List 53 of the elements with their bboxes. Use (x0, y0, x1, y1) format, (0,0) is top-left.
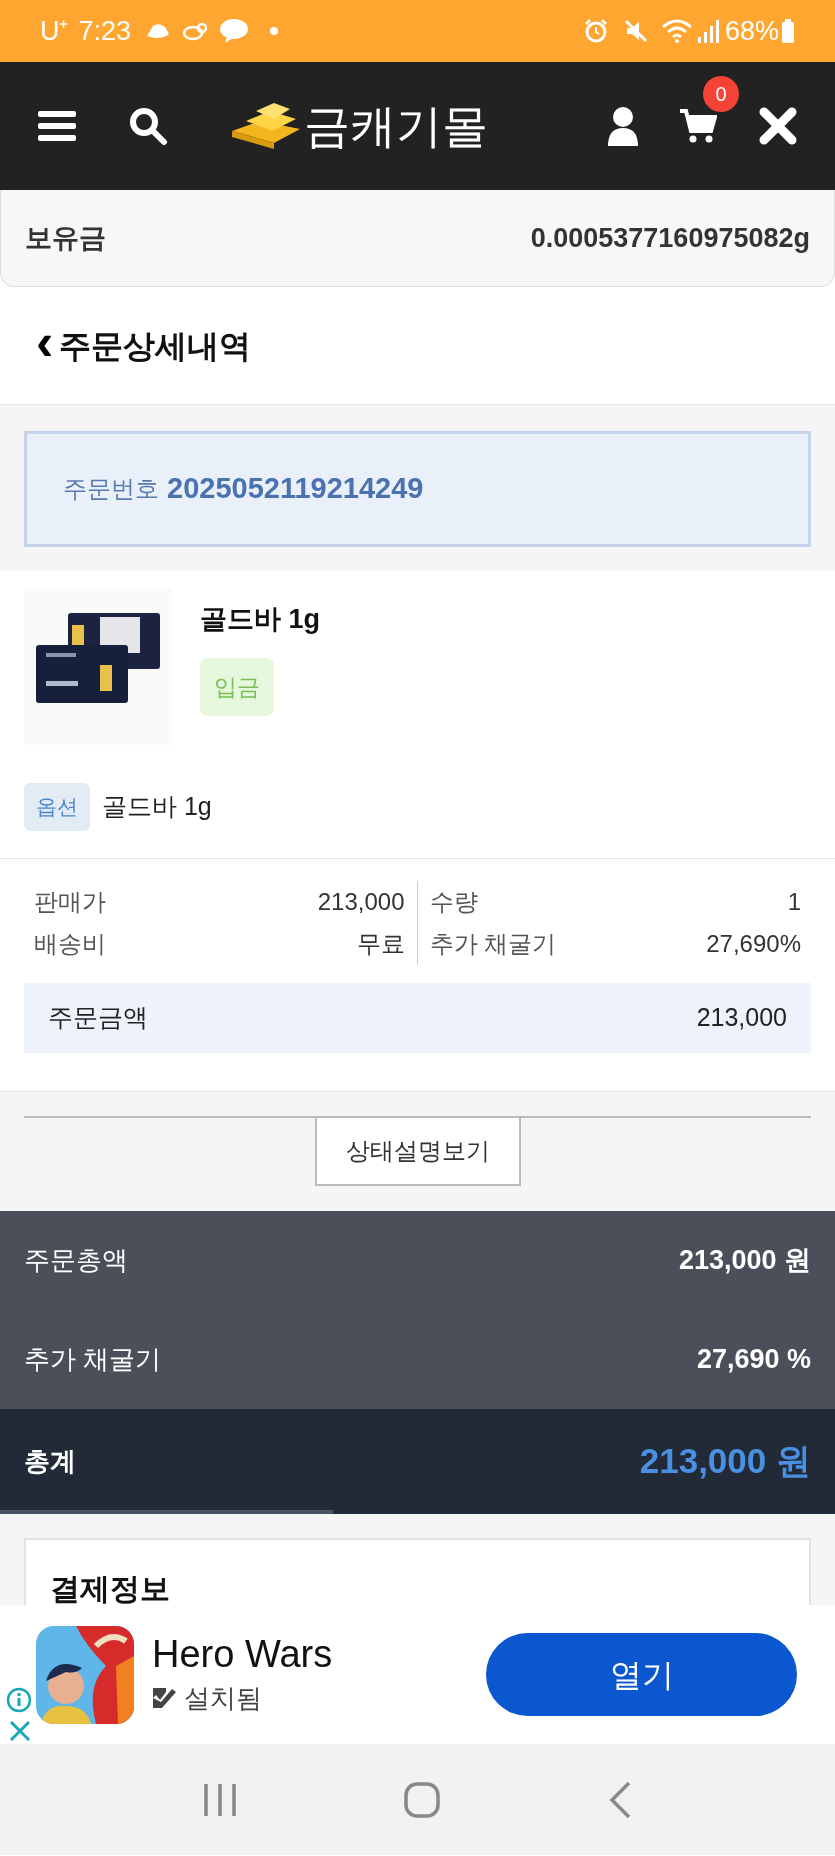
summary-value: 27,690 % (696, 1343, 811, 1377)
status-badge: 입금 (200, 657, 274, 716)
install-status: 설치됨 (184, 1681, 262, 1715)
detail-value: 무료 (356, 929, 405, 959)
detail-label: 추가 채굴기 (429, 929, 557, 959)
order-amount-label: 주문금액 (48, 1002, 148, 1034)
detail-label: 수량 (429, 887, 478, 917)
battery-icon (781, 19, 795, 43)
alarm-icon (582, 18, 609, 44)
dot-icon (269, 26, 280, 36)
recent-apps-icon[interactable] (203, 1781, 238, 1818)
chat-bubble-icon (219, 18, 250, 44)
search-icon[interactable] (128, 106, 168, 146)
home-icon[interactable] (403, 1780, 442, 1819)
open-button[interactable]: 열기 (486, 1633, 797, 1716)
clock-time: 7:23 (78, 14, 132, 48)
section-title: 결제정보 (50, 1571, 171, 1605)
user-icon[interactable] (607, 106, 639, 146)
detail-label: 배송비 (34, 929, 106, 959)
app-name: Hero Wars (152, 1632, 333, 1678)
signal-icon (696, 19, 719, 43)
ingot-stack-icon (230, 101, 302, 151)
holdings-label: 보유금 (25, 221, 106, 255)
back-icon[interactable] (607, 1779, 632, 1820)
menu-icon[interactable] (38, 111, 76, 141)
total-value: 213,000 원 (639, 1440, 811, 1483)
site-logo[interactable]: 금캐기몰 (304, 91, 488, 161)
total-label: 총계 (24, 1445, 76, 1478)
cart-badge: 0 (703, 76, 739, 112)
product-name: 골드바 1g (200, 603, 320, 636)
back-icon[interactable]: ‹ (36, 315, 54, 368)
option-value: 골드바 1g (102, 791, 212, 822)
summary-value: 213,000 원 (678, 1244, 811, 1278)
detail-value: 27,690% (706, 929, 801, 959)
detail-value: 213,000 (317, 887, 405, 917)
mute-icon (622, 18, 649, 44)
status-description-button[interactable]: 상태설명보기 (314, 1118, 521, 1186)
order-number: 2025052119214249 (167, 471, 424, 507)
wifi-icon (660, 18, 693, 44)
carrier: U⁺ (40, 14, 69, 48)
order-amount-value: 213,000 (696, 1002, 787, 1034)
order-number-label: 주문번호 (63, 474, 159, 504)
detail-value: 1 (787, 887, 801, 917)
detail-label: 판매가 (34, 887, 106, 917)
page-title: 주문상세내역 (59, 326, 252, 366)
cart-icon[interactable] (679, 108, 717, 144)
holdings-value: 0.0005377160975082g (530, 221, 810, 255)
summary-label: 추가 채굴기 (24, 1343, 162, 1376)
option-tag: 옵션 (24, 783, 90, 831)
info-icon[interactable] (6, 1687, 32, 1713)
checkmark-icon (152, 1686, 178, 1711)
summary-label: 주문총액 (24, 1244, 128, 1277)
battery-percent: 68% (724, 14, 779, 48)
